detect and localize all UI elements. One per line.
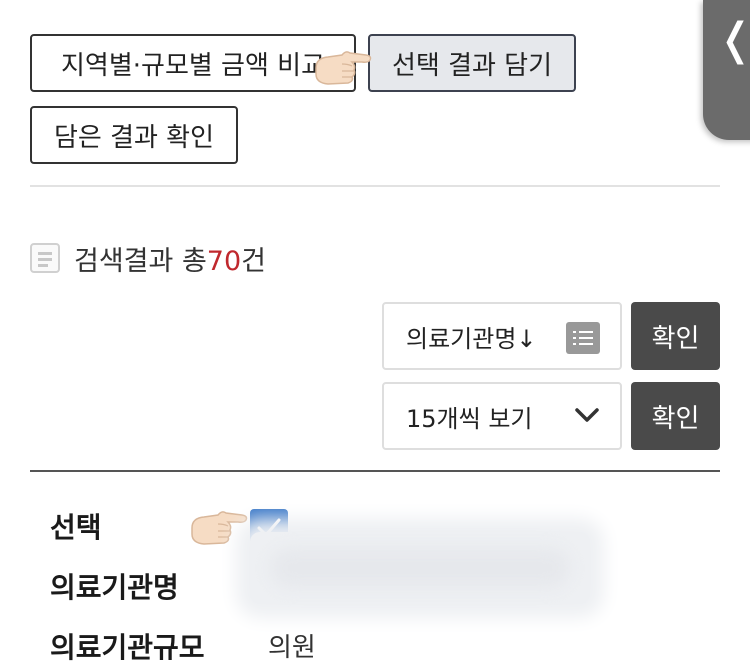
compare-button-label: 지역별·규모별 금액 비교 — [61, 50, 325, 81]
divider — [30, 470, 720, 472]
select-label: 선택 — [50, 511, 102, 544]
sort-confirm-label: 확인 — [651, 323, 700, 354]
divider — [30, 185, 720, 187]
chevron-down-icon — [575, 408, 599, 422]
page-size-confirm-label: 확인 — [651, 403, 700, 434]
result-prefix: 검색결과 총 — [74, 245, 207, 277]
pointing-hand-icon — [191, 511, 248, 545]
page: 지역별·규모별 금액 비교 선택 결과 담기 담은 결과 확인 ❬ 검색결과 총… — [0, 0, 750, 667]
page-size-select-value: 15개씩 보기 — [406, 404, 533, 433]
list-icon — [566, 322, 600, 354]
sort-select[interactable]: 의료기관명↓ — [382, 302, 622, 370]
pointing-hand-icon — [315, 51, 372, 85]
result-summary: 검색결과 총70건 — [30, 238, 266, 278]
sort-confirm-button[interactable]: 확인 — [631, 302, 720, 370]
compare-button[interactable]: 지역별·규모별 금액 비교 — [30, 34, 356, 92]
page-size-select[interactable]: 15개씩 보기 — [382, 382, 622, 450]
result-suffix: 건 — [241, 245, 266, 277]
view-saved-button[interactable]: 담은 결과 확인 — [30, 106, 238, 164]
redacted-blur — [270, 548, 570, 588]
view-saved-button-label: 담은 결과 확인 — [53, 122, 215, 153]
document-icon — [30, 243, 60, 273]
add-selected-button-label: 선택 결과 담기 — [391, 50, 553, 81]
sort-select-value: 의료기관명↓ — [406, 324, 537, 353]
page-size-confirm-button[interactable]: 확인 — [631, 382, 720, 450]
institution-scale-label: 의료기관규모 — [50, 631, 205, 664]
chevron-left-icon: ❬ — [717, 18, 750, 62]
institution-scale-value: 의원 — [268, 633, 316, 663]
result-text: 검색결과 총70건 — [74, 239, 266, 278]
add-selected-button[interactable]: 선택 결과 담기 — [368, 34, 576, 92]
side-panel-toggle[interactable]: ❬ — [703, 0, 750, 140]
institution-name-label: 의료기관명 — [50, 571, 179, 604]
result-count: 70 — [206, 245, 242, 277]
